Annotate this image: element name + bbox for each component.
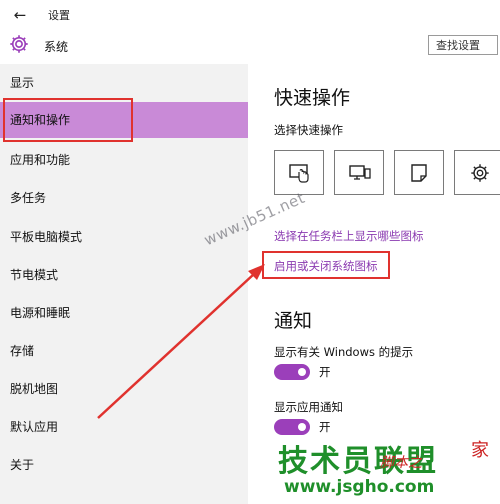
windows-tips-state: 开 [319,365,331,379]
settings-gear-icon [471,164,489,182]
windows-tips-label: 显示有关 Windows 的提示 [274,345,414,359]
watermark-brand-url: www.jsgho.com [284,477,435,497]
title-bar: ← 设置 [0,0,500,30]
watermark-deco-2: 家 [471,440,489,461]
sidebar: 显示 通知和操作 应用和功能 多任务 平板电脑模式 节电模式 电源和睡眠 存储 … [0,64,248,504]
windows-tips-toggle[interactable] [274,364,310,380]
sidebar-item-about[interactable]: 关于 [0,447,248,483]
quick-action-note[interactable] [394,150,444,195]
project-icon [349,165,371,180]
app-notifications-toggle[interactable] [274,419,310,435]
quick-action-settings[interactable] [454,150,500,195]
page-header: 系统 查找设置 [0,30,500,64]
quick-action-project[interactable] [334,150,384,195]
sidebar-item-storage[interactable]: 存储 [0,333,248,369]
search-input[interactable]: 查找设置 [428,35,498,55]
back-arrow-icon[interactable]: ← [8,4,32,26]
sidebar-item-power-sleep[interactable]: 电源和睡眠 [0,295,248,331]
taskbar-icons-link[interactable]: 选择在任务栏上显示哪些图标 [274,228,424,244]
sidebar-item-battery-saver[interactable]: 节电模式 [0,257,248,293]
notifications-heading: 通知 [274,310,313,332]
sidebar-item-notifications[interactable]: 通知和操作 [0,102,248,138]
app-notifications-label: 显示应用通知 [274,400,343,414]
sidebar-item-apps[interactable]: 应用和功能 [0,142,248,178]
system-icons-link[interactable]: 启用或关闭系统图标 [274,258,378,274]
watermark-deco: 脚本之 [380,455,422,471]
quick-actions-heading: 快速操作 [274,87,351,109]
sidebar-item-display[interactable]: 显示 [0,65,248,101]
page-title: 系统 [44,40,69,54]
tablet-mode-icon [289,164,309,183]
system-gear-icon [10,35,28,53]
sidebar-item-multitasking[interactable]: 多任务 [0,180,248,216]
note-icon [411,164,427,182]
sidebar-item-offline-maps[interactable]: 脱机地图 [0,371,248,407]
app-notifications-state: 开 [319,420,331,434]
quick-actions-subtitle: 选择快速操作 [274,123,343,137]
window-title: 设置 [48,9,70,22]
sidebar-item-default-apps[interactable]: 默认应用 [0,409,248,445]
